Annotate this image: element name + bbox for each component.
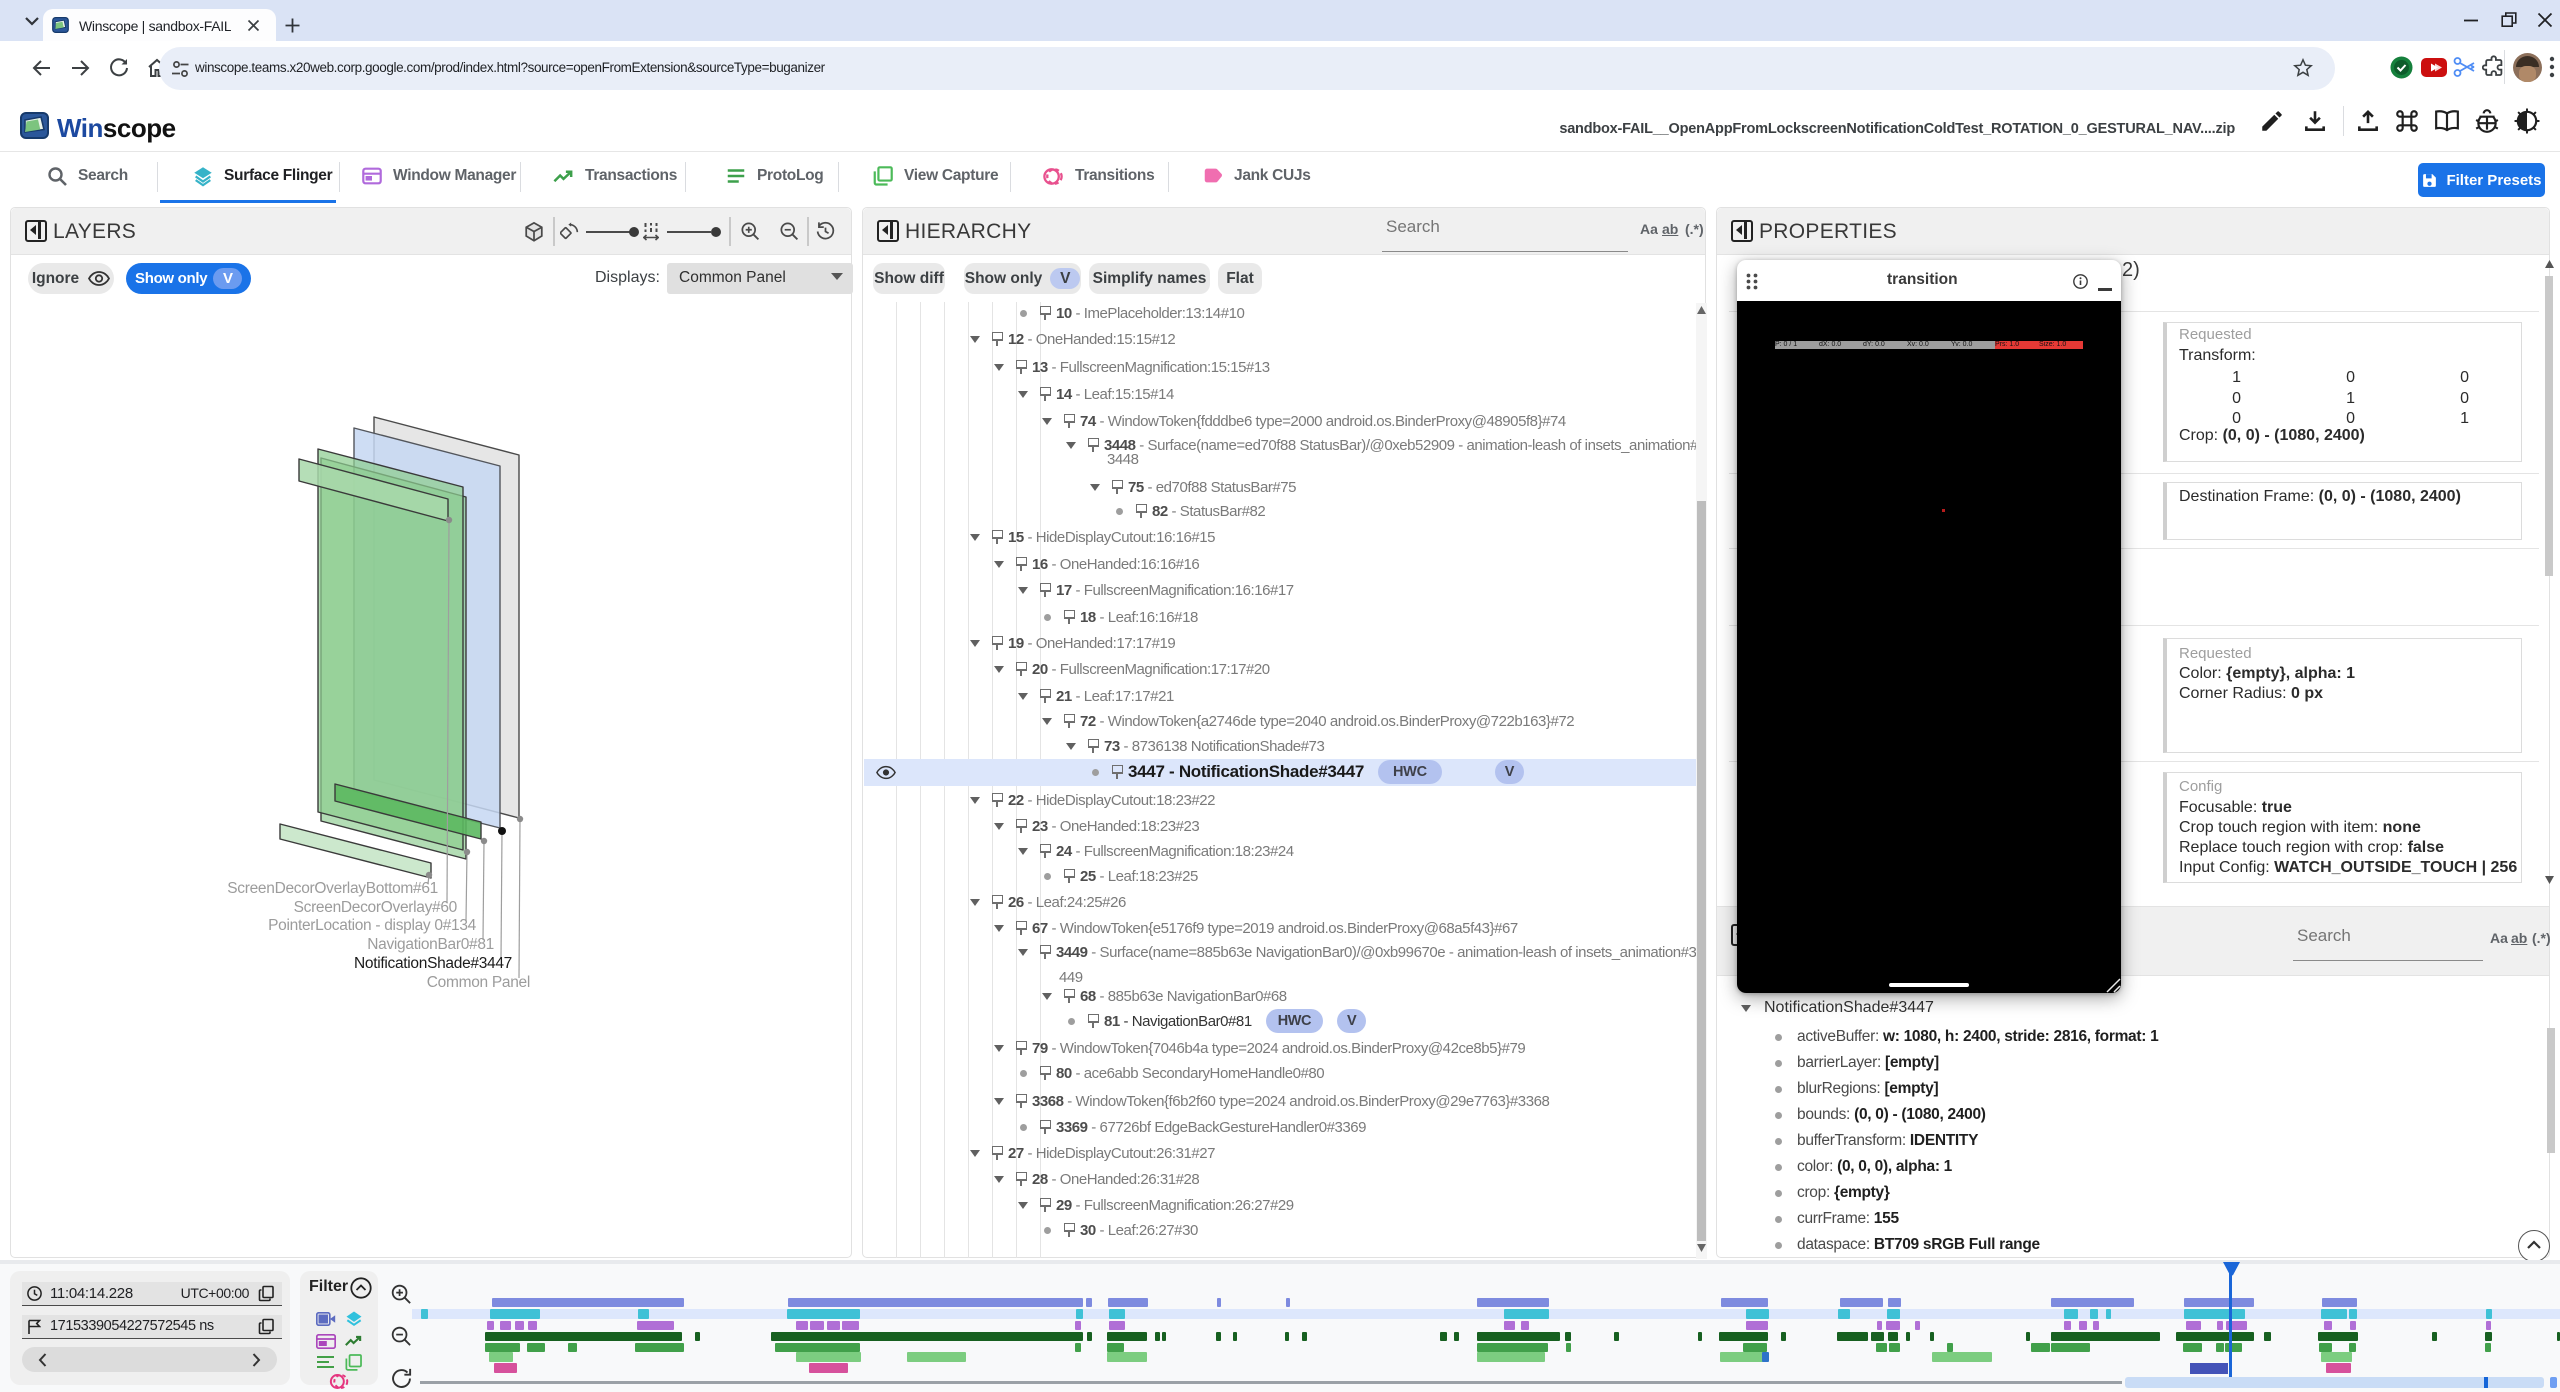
svg-text:NavigationBar0#81: NavigationBar0#81 (367, 936, 494, 953)
svg-text:NotificationShade#3447: NotificationShade#3447 (354, 955, 512, 972)
svg-text:ScreenDecorOverlayBottom#61: ScreenDecorOverlayBottom#61 (227, 880, 438, 897)
svg-text:PointerLocation - display 0#13: PointerLocation - display 0#134 (268, 917, 477, 934)
svg-text:Common Panel: Common Panel (427, 974, 530, 991)
svg-text:ScreenDecorOverlay#60: ScreenDecorOverlay#60 (294, 899, 458, 916)
